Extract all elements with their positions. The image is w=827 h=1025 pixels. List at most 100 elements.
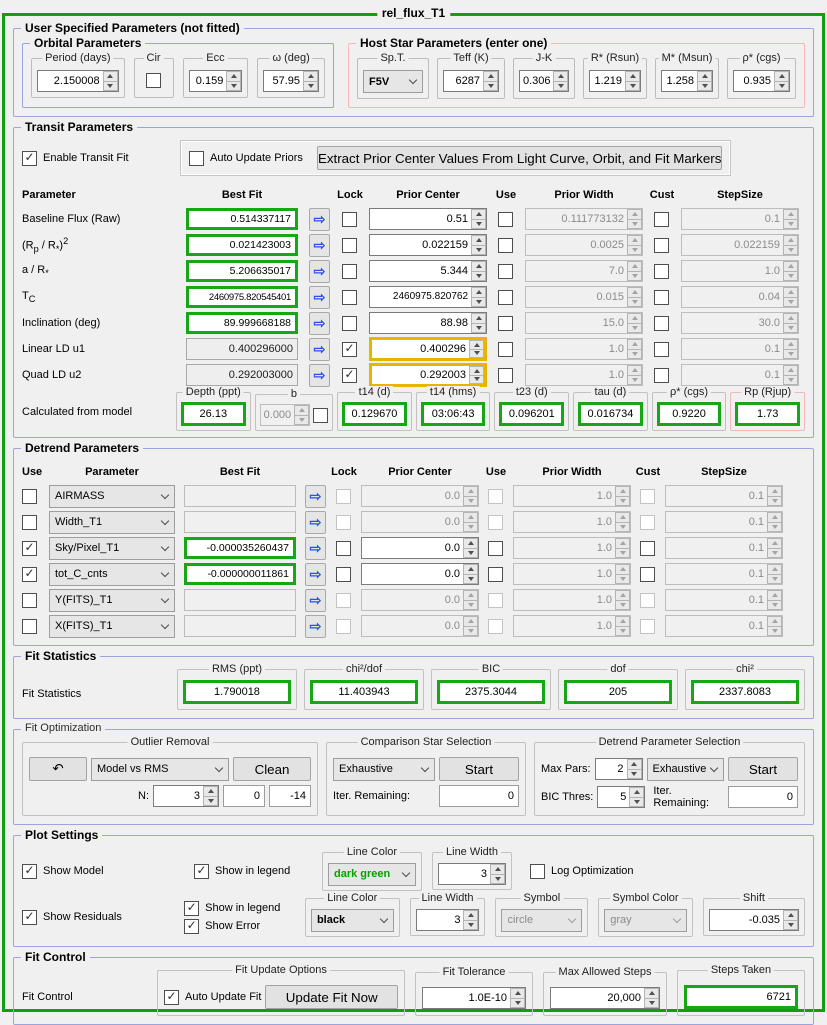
- clean-button[interactable]: Clean: [233, 757, 311, 781]
- rho-field[interactable]: 0.935: [733, 70, 790, 92]
- use-detrend-checkbox[interactable]: [22, 593, 37, 608]
- best-fit-field[interactable]: 89.999668188: [186, 312, 298, 334]
- prior-width-field[interactable]: 0.0025: [525, 234, 643, 256]
- spinner[interactable]: [490, 864, 505, 884]
- prior-center-field[interactable]: 0.0: [361, 537, 479, 559]
- best-fit-field[interactable]: 2460975.820545401: [186, 286, 298, 308]
- transfer-value-button[interactable]: ⇨: [309, 286, 330, 309]
- mstar-spinner[interactable]: [697, 71, 712, 91]
- transfer-value-button[interactable]: ⇨: [309, 260, 330, 283]
- bic-thres-field[interactable]: 5: [597, 786, 645, 808]
- ecc-spinner[interactable]: [226, 71, 241, 91]
- rstar-field[interactable]: 1.219: [589, 70, 641, 92]
- spinner[interactable]: [627, 759, 642, 779]
- spinner[interactable]: [783, 235, 798, 255]
- residuals-line-width-field[interactable]: 3: [416, 909, 480, 931]
- step-size-field[interactable]: 0.04: [681, 286, 799, 308]
- use-detrend-checkbox[interactable]: [22, 489, 37, 504]
- best-fit-field[interactable]: 0.021423003: [186, 234, 298, 256]
- auto-update-priors-checkbox[interactable]: [189, 151, 204, 166]
- prior-width-field[interactable]: 1.0: [525, 364, 643, 386]
- use-prior-checkbox[interactable]: [498, 264, 513, 279]
- best-fit-field[interactable]: 0.292003000: [186, 364, 298, 386]
- spinner[interactable]: [463, 564, 478, 584]
- spinner[interactable]: [471, 261, 486, 281]
- transfer-value-button[interactable]: ⇨: [305, 563, 326, 586]
- lock-checkbox[interactable]: [342, 342, 357, 357]
- spinner[interactable]: [471, 313, 486, 333]
- step-size-field[interactable]: 30.0: [681, 312, 799, 334]
- spinner[interactable]: [629, 787, 644, 807]
- prior-width-field[interactable]: 0.111773132: [525, 208, 643, 230]
- detrend-param-dropdown[interactable]: Sky/Pixel_T1: [49, 537, 175, 560]
- prior-width-field[interactable]: 15.0: [525, 312, 643, 334]
- prior-center-field[interactable]: 88.98: [369, 312, 487, 334]
- use-prior-checkbox[interactable]: [498, 238, 513, 253]
- prior-center-field[interactable]: 0.51: [369, 208, 487, 230]
- step-size-field[interactable]: 1.0: [681, 260, 799, 282]
- spinner[interactable]: [463, 538, 478, 558]
- detrend-param-dropdown[interactable]: AIRMASS: [49, 485, 175, 508]
- use-prior-checkbox[interactable]: [498, 290, 513, 305]
- prior-center-field[interactable]: 5.344: [369, 260, 487, 282]
- cir-checkbox[interactable]: [146, 73, 161, 88]
- transfer-value-button[interactable]: ⇨: [305, 537, 326, 560]
- rho-spinner[interactable]: [774, 71, 789, 91]
- lock-checkbox[interactable]: [342, 264, 357, 279]
- step-size-field[interactable]: 0.1: [681, 208, 799, 230]
- step-size-field[interactable]: 0.022159: [681, 234, 799, 256]
- period-spinner[interactable]: [103, 71, 118, 91]
- omega-field[interactable]: 57.95: [263, 70, 319, 92]
- cust-step-checkbox[interactable]: [654, 290, 669, 305]
- teff-spinner[interactable]: [483, 71, 498, 91]
- best-fit-field[interactable]: -0.000000011861: [184, 563, 296, 585]
- max-pars-field[interactable]: 2: [595, 758, 643, 780]
- use-detrend-checkbox[interactable]: [22, 567, 37, 582]
- comp-star-start-button[interactable]: Start: [439, 757, 519, 781]
- prior-width-field[interactable]: 0.015: [525, 286, 643, 308]
- teff-field[interactable]: 6287: [443, 70, 499, 92]
- use-detrend-checkbox[interactable]: [22, 619, 37, 634]
- spinner[interactable]: [471, 287, 486, 307]
- update-fit-now-button[interactable]: Update Fit Now: [265, 985, 398, 1009]
- lock-checkbox[interactable]: [342, 290, 357, 305]
- transfer-value-button[interactable]: ⇨: [309, 208, 330, 231]
- step-size-field[interactable]: 0.1: [681, 338, 799, 360]
- model-legend-checkbox[interactable]: [194, 864, 209, 879]
- lock-checkbox[interactable]: [342, 212, 357, 227]
- transfer-value-button[interactable]: ⇨: [309, 234, 330, 257]
- transfer-value-button[interactable]: ⇨: [309, 338, 330, 361]
- transfer-value-button[interactable]: ⇨: [305, 615, 326, 638]
- lock-checkbox[interactable]: [342, 368, 357, 383]
- spinner[interactable]: [783, 313, 798, 333]
- cust-step-checkbox[interactable]: [654, 342, 669, 357]
- use-prior-checkbox[interactable]: [498, 342, 513, 357]
- mstar-field[interactable]: 1.258: [661, 70, 713, 92]
- transfer-value-button[interactable]: ⇨: [309, 364, 330, 387]
- enable-transit-fit-checkbox[interactable]: [22, 151, 37, 166]
- cust-step-checkbox[interactable]: [640, 567, 655, 582]
- spinner[interactable]: [627, 313, 642, 333]
- spinner[interactable]: [469, 366, 484, 384]
- transfer-value-button[interactable]: ⇨: [305, 485, 326, 508]
- comp-star-method-dropdown[interactable]: Exhaustive: [333, 758, 435, 781]
- jk-spinner[interactable]: [553, 71, 568, 91]
- use-prior-checkbox[interactable]: [488, 541, 503, 556]
- detrend-param-dropdown[interactable]: Width_T1: [49, 511, 175, 534]
- show-model-checkbox[interactable]: [22, 864, 37, 879]
- spinner[interactable]: [510, 988, 525, 1008]
- prior-width-field[interactable]: 1.0: [513, 563, 631, 585]
- spinner[interactable]: [644, 988, 659, 1008]
- transfer-value-button[interactable]: ⇨: [305, 589, 326, 612]
- detrend-param-dropdown[interactable]: tot_C_cnts: [49, 563, 175, 586]
- outlier-method-dropdown[interactable]: Model vs RMS: [91, 758, 229, 781]
- detrend-param-dropdown[interactable]: X(FITS)_T1: [49, 615, 175, 638]
- omega-spinner[interactable]: [303, 71, 318, 91]
- cust-step-checkbox[interactable]: [654, 238, 669, 253]
- spinner[interactable]: [783, 209, 798, 229]
- spinner[interactable]: [627, 339, 642, 359]
- model-line-width-field[interactable]: 3: [438, 863, 506, 885]
- spinner[interactable]: [471, 235, 486, 255]
- spinner[interactable]: [469, 340, 484, 358]
- use-prior-checkbox[interactable]: [498, 212, 513, 227]
